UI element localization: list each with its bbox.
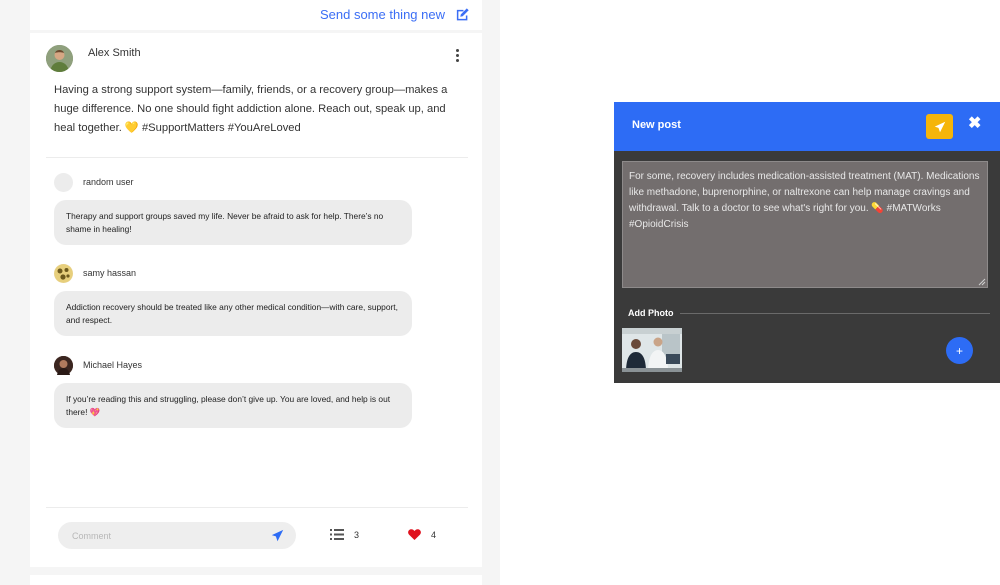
resize-handle-icon[interactable] xyxy=(978,278,986,286)
publish-button[interactable] xyxy=(926,114,953,139)
next-post-card xyxy=(30,575,482,585)
like-button[interactable]: 4 xyxy=(408,529,436,540)
comments-count[interactable]: 3 xyxy=(330,529,359,540)
comment-input[interactable] xyxy=(58,522,258,549)
comment-item: samy hassan Addiction recovery should be… xyxy=(54,263,412,336)
post-author-name[interactable]: Alex Smith xyxy=(88,47,141,59)
comment-author-name[interactable]: random user xyxy=(83,177,134,187)
list-icon xyxy=(330,529,344,540)
comment-item: Michael Hayes If you’re reading this and… xyxy=(54,355,412,428)
comment-bubble: If you’re reading this and struggling, p… xyxy=(54,383,412,428)
comment-author-name[interactable]: samy hassan xyxy=(83,268,136,278)
feed-topbar: Send some thing new xyxy=(30,0,482,30)
comments-count-value: 3 xyxy=(354,529,360,540)
post-text: Having a strong support system—family, f… xyxy=(54,84,448,134)
post-textarea[interactable]: For some, recovery includes medication-a… xyxy=(622,161,988,288)
comment-bubble: Addiction recovery should be treated lik… xyxy=(54,291,412,336)
send-new-label: Send some thing new xyxy=(319,7,445,22)
add-photo-label: Add Photo xyxy=(628,308,674,318)
comment-avatar[interactable] xyxy=(54,172,73,192)
comment-input-box xyxy=(58,522,296,549)
comment-author-name[interactable]: Michael Hayes xyxy=(83,360,142,370)
send-icon xyxy=(934,121,945,132)
comment-bubble: Therapy and support groups saved my life… xyxy=(54,200,412,245)
comment-avatar[interactable] xyxy=(54,355,73,375)
post-divider xyxy=(46,157,468,158)
feed-column: Send some thing new Alex Smith Having a … xyxy=(0,0,500,585)
post-card: Alex Smith Having a strong support syste… xyxy=(30,33,482,567)
add-photo-button[interactable]: + xyxy=(946,337,973,364)
send-icon[interactable] xyxy=(271,529,284,542)
new-post-modal: New post ✖ For some, recovery includes m… xyxy=(614,102,1000,383)
photo-thumbnail[interactable] xyxy=(622,328,682,372)
comment-avatar[interactable] xyxy=(54,263,73,283)
actions-divider xyxy=(46,507,468,508)
edit-icon xyxy=(456,8,469,21)
heart-icon xyxy=(408,529,421,540)
more-options-icon[interactable] xyxy=(454,49,460,65)
comment-item: random user Therapy and support groups s… xyxy=(54,172,412,245)
modal-title: New post xyxy=(632,119,681,131)
close-button[interactable]: ✖ xyxy=(968,115,982,133)
add-photo-divider xyxy=(680,313,990,314)
author-avatar[interactable] xyxy=(46,45,73,72)
send-new-button[interactable]: Send some thing new xyxy=(320,7,470,22)
modal-header: New post ✖ xyxy=(614,102,1000,151)
like-count-value: 4 xyxy=(431,529,437,540)
